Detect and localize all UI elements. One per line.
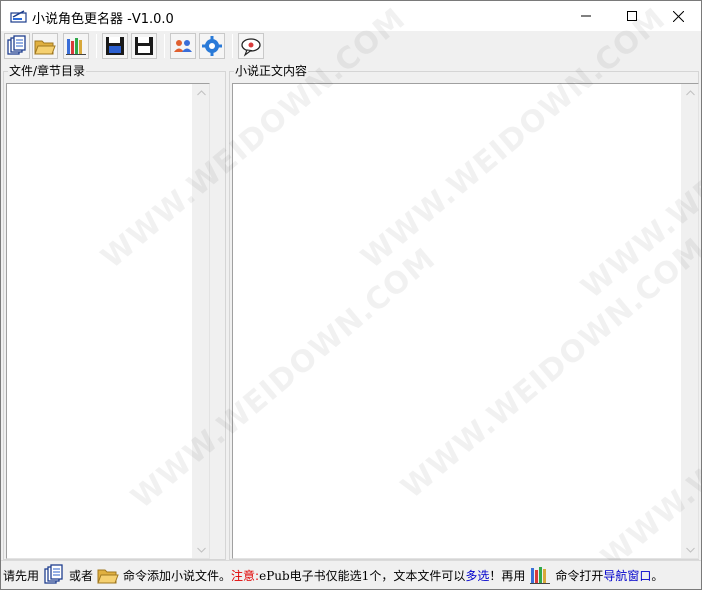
file-chapter-group: 文件/章节目录: [3, 64, 226, 560]
navigation-button[interactable]: [63, 33, 89, 59]
people-icon: [174, 40, 192, 52]
title-bar: 小说角色更名器 -V1.0.0: [1, 1, 701, 31]
minimize-button[interactable]: [563, 1, 609, 31]
books-icon: [530, 567, 551, 584]
status-text: ！再用: [489, 568, 526, 583]
documents-icon: [44, 564, 63, 584]
close-icon: [672, 10, 684, 22]
novel-text-scrollbar[interactable]: [681, 84, 698, 558]
settings-button[interactable]: [199, 33, 225, 59]
toolbar-separator: [164, 34, 165, 58]
toolbar-separator: [96, 34, 97, 58]
maximize-button[interactable]: [609, 1, 655, 31]
file-chapter-label: 文件/章节目录: [8, 64, 87, 78]
status-text: 或者: [69, 568, 94, 583]
nav-window-text: 导航窗口: [603, 568, 652, 583]
save-as-button[interactable]: [131, 33, 157, 59]
speech-bubble-icon: [241, 38, 261, 57]
status-text: 请先用: [3, 568, 40, 583]
scroll-up-icon[interactable]: [682, 84, 699, 101]
scroll-down-icon[interactable]: [193, 541, 210, 558]
status-text: 命令打开: [555, 568, 604, 583]
status-text: 。: [651, 568, 664, 583]
gear-icon: [202, 36, 222, 56]
close-button[interactable]: [655, 1, 701, 31]
novel-text-area[interactable]: [232, 83, 699, 559]
characters-button[interactable]: [170, 33, 196, 59]
novel-text-label: 小说正文内容: [234, 64, 309, 78]
status-text: ePub电子书仅能选1个，文本文件可以: [259, 568, 466, 583]
books-icon: [66, 38, 86, 55]
folder-icon: [34, 40, 56, 55]
about-button[interactable]: [238, 33, 264, 59]
save-icon: [106, 37, 124, 55]
window-title: 小说角色更名器 -V1.0.0: [32, 12, 174, 27]
note-label: 注意:: [231, 568, 260, 583]
status-text: 命令添加小说文件。: [123, 568, 232, 583]
novel-text-group: 小说正文内容: [229, 64, 699, 560]
chapter-list-scrollbar[interactable]: [192, 84, 209, 558]
save-button[interactable]: [102, 33, 128, 59]
chapter-list[interactable]: [6, 83, 210, 559]
status-bar: 请先用 或者 命令添加小说文件。 注意: ePub电子书仅能选1个，文本文件可以…: [1, 560, 701, 589]
toolbar-separator: [232, 34, 233, 58]
scroll-up-icon[interactable]: [193, 84, 210, 101]
app-window: 小说角色更名器 -V1.0.0 文件/章节目录 小说正文内容 请先用 或者 命令…: [0, 0, 702, 590]
maximize-icon: [627, 11, 637, 21]
multi-select-text: 多选: [465, 568, 490, 583]
documents-icon: [7, 35, 26, 55]
scroll-down-icon[interactable]: [682, 541, 699, 558]
folder-icon: [97, 569, 119, 584]
minimize-icon: [581, 15, 591, 17]
toolbar: [1, 31, 701, 63]
open-folder-button[interactable]: [32, 33, 58, 59]
add-files-button[interactable]: [4, 33, 30, 59]
app-logo-icon: [10, 10, 27, 23]
save-as-icon: [135, 37, 153, 55]
